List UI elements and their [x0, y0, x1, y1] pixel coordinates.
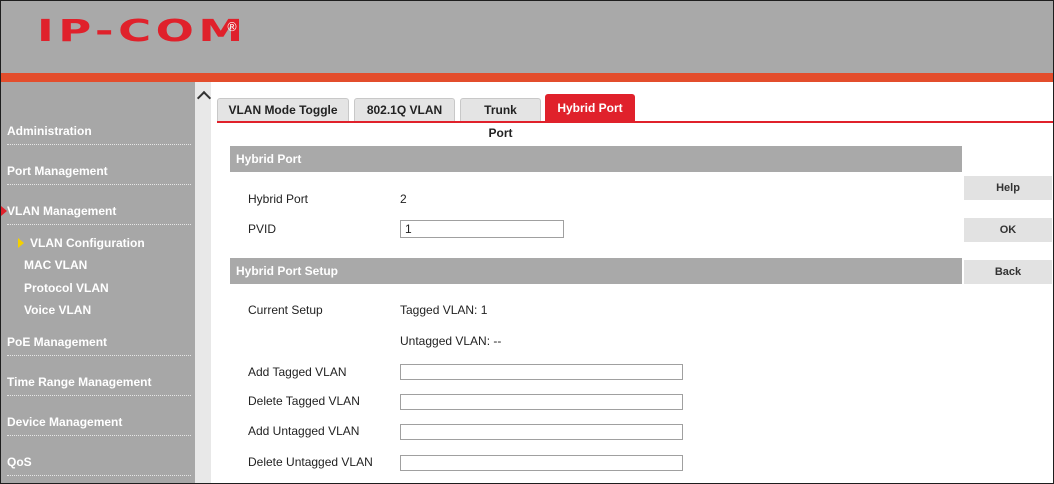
back-button[interactable]: Back	[964, 260, 1052, 284]
hybrid-port-value: 2	[400, 192, 407, 206]
sidebar-item-label: QoS	[7, 455, 32, 469]
expanded-arrow-icon	[1, 206, 7, 216]
sidebar-subitem-mac-vlan[interactable]: MAC VLAN	[24, 258, 208, 272]
section-header-hybrid-port: Hybrid Port	[230, 146, 962, 172]
pvid-input[interactable]	[400, 220, 564, 238]
current-page-arrow-icon	[18, 238, 24, 248]
help-button[interactable]: Help	[964, 176, 1052, 200]
sidebar-item-qos[interactable]: QoS	[7, 455, 191, 476]
delete-tagged-vlan-input[interactable]	[400, 394, 683, 410]
sidebar-item-label: MAC VLAN	[24, 258, 88, 272]
sidebar-item-time-range-management[interactable]: Time Range Management	[7, 375, 191, 396]
sidebar-item-label: Port Management	[7, 164, 108, 178]
brand-logo: IP-COM	[37, 14, 248, 49]
sidebar-subitem-voice-vlan[interactable]: Voice VLAN	[24, 303, 208, 317]
current-setup-label: Current Setup	[248, 303, 323, 317]
sidebar-item-device-management[interactable]: Device Management	[7, 415, 191, 436]
header-stripe	[1, 73, 1053, 82]
sidebar-item-label: Voice VLAN	[24, 303, 92, 317]
sidebar-item-poe-management[interactable]: PoE Management	[7, 335, 191, 356]
section-header-hybrid-port-setup: Hybrid Port Setup	[230, 258, 962, 284]
sidebar-subitem-vlan-configuration[interactable]: VLAN Configuration	[18, 236, 188, 250]
tab-hybrid-port[interactable]: Hybrid Port	[545, 94, 635, 121]
sidebar-item-label: Time Range Management	[7, 375, 152, 389]
tab-trunk-port[interactable]: Trunk Port	[460, 98, 541, 140]
registered-mark: ®	[226, 20, 238, 34]
delete-tagged-vlan-label: Delete Tagged VLAN	[248, 394, 360, 408]
sidebar: Administration Port Management VLAN Mana…	[1, 82, 195, 483]
add-tagged-vlan-label: Add Tagged VLAN	[248, 365, 347, 379]
sidebar-item-vlan-management[interactable]: VLAN Management	[1, 204, 191, 225]
sidebar-item-label: Device Management	[7, 415, 123, 429]
top-header: IP-COM ®	[1, 1, 1053, 73]
sidebar-scrollbar[interactable]	[195, 82, 211, 483]
tagged-vlan-text: Tagged VLAN: 1	[400, 303, 488, 317]
sidebar-subitem-protocol-vlan[interactable]: Protocol VLAN	[24, 281, 208, 295]
ok-button[interactable]: OK	[964, 218, 1052, 242]
add-tagged-vlan-input[interactable]	[400, 364, 683, 380]
tab-underline	[217, 121, 1053, 123]
pvid-label: PVID	[248, 222, 277, 236]
sidebar-item-label: PoE Management	[7, 335, 108, 349]
sidebar-item-administration[interactable]: Administration	[7, 124, 191, 145]
sidebar-item-label: Administration	[7, 124, 92, 138]
sidebar-item-port-management[interactable]: Port Management	[7, 164, 191, 185]
tab-vlan-mode-toggle[interactable]: VLAN Mode Toggle	[217, 98, 349, 121]
sidebar-item-label: VLAN Management	[7, 204, 117, 218]
tab-802-1q-vlan[interactable]: 802.1Q VLAN	[354, 98, 455, 121]
delete-untagged-vlan-label: Delete Untagged VLAN	[248, 455, 373, 469]
add-untagged-vlan-label: Add Untagged VLAN	[248, 424, 360, 438]
hybrid-port-label: Hybrid Port	[248, 192, 309, 206]
sidebar-item-label: VLAN Configuration	[30, 236, 145, 250]
untagged-vlan-text: Untagged VLAN: --	[400, 334, 502, 348]
delete-untagged-vlan-input[interactable]	[400, 455, 683, 471]
app-frame: IP-COM ® Administration Port Management …	[0, 0, 1054, 484]
add-untagged-vlan-input[interactable]	[400, 424, 683, 440]
sidebar-item-label: Protocol VLAN	[24, 281, 109, 295]
